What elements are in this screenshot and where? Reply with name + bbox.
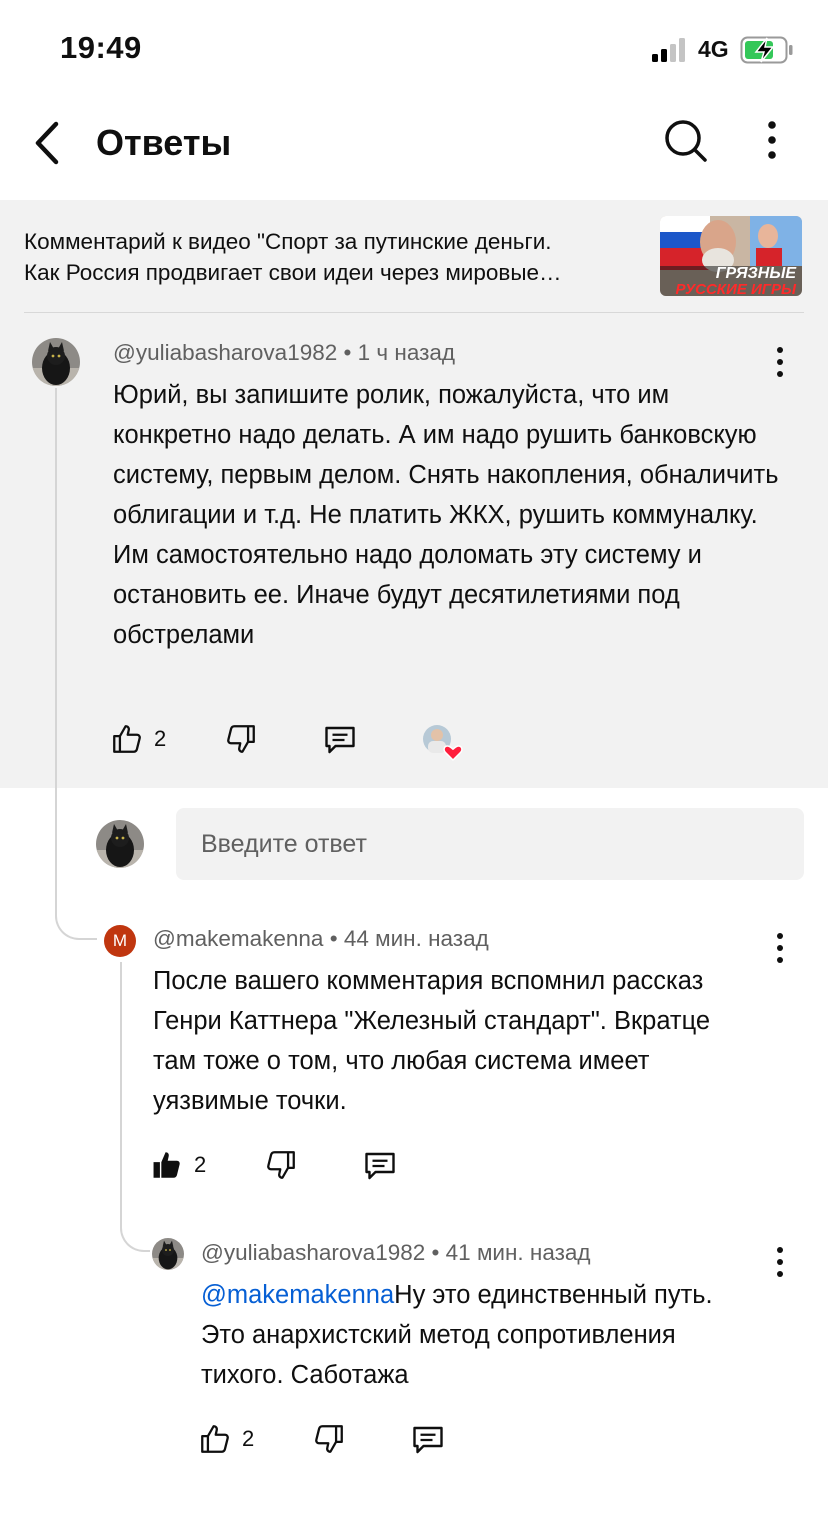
reply-icon[interactable] bbox=[322, 722, 358, 758]
back-arrow-icon[interactable] bbox=[24, 118, 74, 168]
network-label: 4G bbox=[698, 36, 729, 62]
search-icon[interactable] bbox=[660, 116, 710, 166]
reply-input[interactable] bbox=[176, 808, 804, 880]
thread-line-inner bbox=[120, 962, 122, 1222]
comment-meta: @makemakenna • 44 мин. назад bbox=[153, 926, 489, 952]
thumb-down-icon[interactable] bbox=[224, 722, 258, 756]
top-bar: Ответы bbox=[0, 100, 828, 200]
like-button[interactable]: 2 bbox=[150, 1148, 206, 1182]
thread-curve-inner bbox=[120, 1220, 150, 1252]
avatar[interactable] bbox=[152, 1238, 184, 1270]
video-thumbnail[interactable]: ГРЯЗНЫЕ РУССКИЕ ИГРЫ bbox=[660, 216, 802, 296]
comment-author[interactable]: @yuliabasharova1982 bbox=[201, 1240, 425, 1265]
creator-heart-icon bbox=[423, 725, 463, 762]
thumb-down-icon[interactable] bbox=[264, 1148, 298, 1182]
avatar[interactable]: M bbox=[104, 925, 136, 957]
reply-field[interactable] bbox=[176, 808, 804, 880]
my-avatar bbox=[96, 820, 144, 868]
comment-text: Юрий, вы запишите ролик, пожалуйста, что… bbox=[113, 381, 779, 649]
thumb-up-filled-icon bbox=[153, 1152, 180, 1178]
mention-link[interactable]: @makemakenna bbox=[201, 1281, 394, 1309]
comment-more-icon[interactable] bbox=[765, 1242, 795, 1282]
thread-curve bbox=[55, 898, 97, 940]
more-vert-icon[interactable] bbox=[752, 116, 792, 166]
status-time: 19:49 bbox=[60, 30, 142, 65]
video-context[interactable]: Комментарий к видео "Спорт за путинские … bbox=[0, 200, 828, 312]
divider bbox=[24, 312, 804, 313]
separator: • bbox=[431, 1240, 440, 1265]
comment-author[interactable]: @makemakenna bbox=[153, 926, 323, 951]
comment-meta: @yuliabasharova1982 • 41 мин. назад bbox=[201, 1240, 591, 1266]
like-count: 2 bbox=[154, 726, 167, 751]
comment-text: @makemakennaНу это единственный путь. Эт… bbox=[201, 1275, 741, 1395]
thumb-up-icon bbox=[201, 1425, 229, 1453]
video-title-line2: Как Россия продвигает свои идеи через ми… bbox=[24, 260, 562, 285]
comment-time: 44 мин. назад bbox=[343, 926, 489, 951]
avatar-letter: M bbox=[112, 931, 128, 950]
video-title-line1: Комментарий к видео "Спорт за путинские … bbox=[24, 229, 552, 254]
separator: • bbox=[343, 340, 352, 365]
video-title: Комментарий к видео "Спорт за путинские … bbox=[24, 226, 644, 288]
thumb-down-icon[interactable] bbox=[312, 1422, 346, 1456]
thumb-up-icon bbox=[113, 725, 141, 753]
thumb-text-2: РУССКИЕ ИГРЫ bbox=[676, 281, 797, 296]
reply-icon[interactable] bbox=[410, 1422, 446, 1458]
comment-more-icon[interactable] bbox=[765, 928, 795, 968]
page-title: Ответы bbox=[96, 122, 232, 163]
separator: • bbox=[329, 926, 338, 951]
like-button[interactable]: 2 bbox=[110, 722, 166, 756]
comment-time: 1 ч назад bbox=[357, 340, 456, 365]
comment-time: 41 мин. назад bbox=[445, 1240, 591, 1265]
reply-icon[interactable] bbox=[362, 1148, 398, 1184]
avatar[interactable] bbox=[32, 338, 80, 386]
like-button[interactable]: 2 bbox=[198, 1422, 254, 1456]
like-count: 2 bbox=[242, 1426, 255, 1451]
signal-icon bbox=[652, 38, 685, 62]
comment-text: После вашего комментария вспомнил расска… bbox=[153, 967, 711, 1115]
status-bar: 19:49 4G bbox=[0, 0, 828, 100]
like-count: 2 bbox=[194, 1152, 207, 1177]
comment-meta: @yuliabasharova1982 • 1 ч назад bbox=[113, 340, 455, 366]
comment-author[interactable]: @yuliabasharova1982 bbox=[113, 340, 337, 365]
battery-charging-icon bbox=[740, 36, 793, 64]
thumb-text-1: ГРЯЗНЫЕ bbox=[716, 265, 798, 282]
thread-line bbox=[55, 388, 57, 900]
